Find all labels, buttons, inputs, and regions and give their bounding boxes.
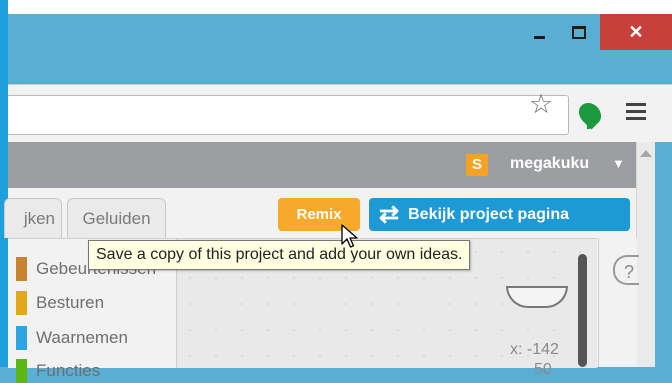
category-color-swatch — [16, 291, 27, 315]
minimize-icon — [533, 35, 545, 39]
address-bar[interactable] — [8, 95, 569, 135]
extension-leaf-stem — [587, 121, 590, 129]
window-frame-right — [655, 142, 672, 367]
bookmark-star-icon[interactable]: ☆ — [529, 91, 553, 118]
category-label: Besturen — [36, 293, 105, 312]
category-color-swatch — [16, 326, 27, 350]
close-button[interactable]: ✕ — [600, 14, 672, 50]
remix-tooltip: Save a copy of this project and add your… — [88, 240, 471, 270]
desktop-edge — [0, 0, 8, 367]
category-control[interactable]: Besturen — [16, 291, 104, 315]
extension-leaf-icon[interactable] — [574, 98, 606, 130]
category-operators[interactable]: Functies — [16, 359, 100, 383]
category-label: Waarnemen — [36, 328, 128, 347]
category-sensing[interactable]: Waarnemen — [16, 326, 128, 350]
chevron-down-icon[interactable]: ▼ — [612, 156, 625, 171]
swap-arrows-icon: ⇄ — [379, 200, 400, 228]
tab-geluiden[interactable]: Geluiden — [67, 198, 166, 239]
see-project-page-button[interactable]: ⇄ Bekijk project pagina — [369, 198, 630, 231]
maximize-icon — [572, 25, 586, 39]
close-icon: ✕ — [628, 21, 644, 42]
minimize-button[interactable] — [520, 14, 558, 50]
category-color-swatch — [16, 359, 27, 383]
user-folder-icon[interactable]: S — [466, 154, 488, 176]
category-label: Functies — [36, 361, 101, 380]
maximize-button[interactable] — [560, 14, 598, 50]
y-coordinate-readout: 50 — [534, 361, 552, 378]
desktop-background — [8, 0, 672, 14]
scratch-top-bar: S megakuku ▼ — [8, 142, 636, 188]
browser-toolbar: ☆ — [8, 84, 672, 143]
scroll-up-icon[interactable] — [640, 150, 652, 157]
mouse-pointer-icon — [341, 224, 358, 248]
x-coordinate-readout: x: -142 — [510, 341, 559, 358]
help-icon[interactable]: ? — [613, 255, 639, 285]
see-project-page-label: Bekijk project pagina — [408, 205, 570, 223]
tab-uiterlijken[interactable]: jken — [4, 198, 62, 238]
browser-menu-icon[interactable] — [626, 103, 646, 124]
category-color-swatch — [16, 257, 27, 281]
scripts-scrollbar[interactable] — [578, 254, 587, 367]
username-menu[interactable]: megakuku — [510, 155, 589, 173]
